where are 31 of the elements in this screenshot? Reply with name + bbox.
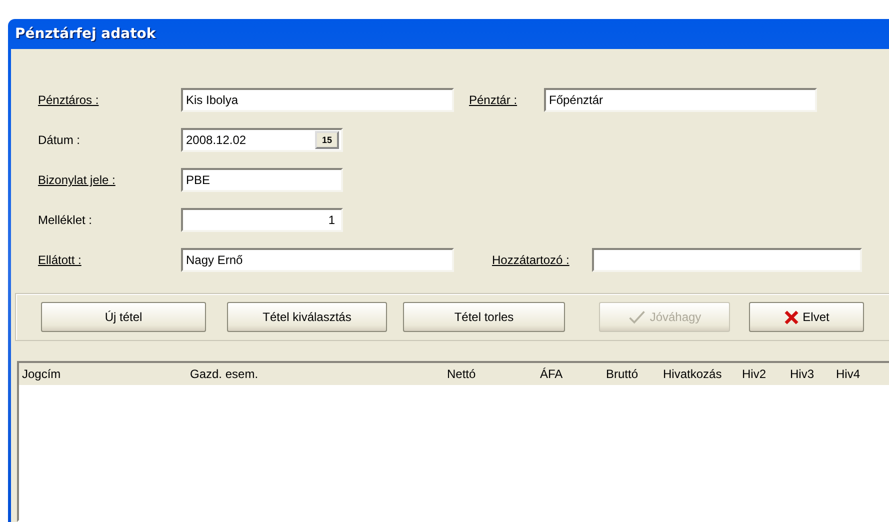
column-header[interactable]: Hiv4	[836, 367, 876, 381]
text-field[interactable]: Főpénztár	[544, 88, 817, 112]
column-header[interactable]: Bruttó	[606, 367, 663, 381]
field-label: Pénztár :	[469, 93, 518, 107]
text-field[interactable]: Kis Ibolya	[181, 88, 454, 112]
action-button[interactable]: Új tétel	[41, 302, 206, 332]
text-field[interactable]: 2008.12.02 15	[181, 128, 343, 152]
column-header[interactable]: Gazd. esem.	[190, 367, 447, 381]
calendar-button[interactable]: 15	[315, 131, 339, 149]
field-label: Bizonylat jele :	[38, 173, 116, 187]
field-label: Melléklet :	[38, 213, 94, 227]
action-button[interactable]: Elvet	[749, 302, 864, 332]
window-title: Pénztárfej adatok	[15, 26, 156, 42]
column-header[interactable]: Nettó	[447, 367, 540, 381]
action-button[interactable]: Tétel kiválasztás	[227, 302, 387, 332]
column-header[interactable]: ÁFA	[540, 367, 606, 381]
column-header[interactable]: Hivatkozás	[663, 367, 742, 381]
cross-icon	[784, 310, 799, 324]
text-field[interactable]: PBE	[181, 168, 343, 192]
column-header[interactable]: Hiv3	[790, 367, 836, 381]
field-label: Pénztáros :	[38, 93, 100, 107]
action-button[interactable]: Tétel torles	[403, 302, 565, 332]
field-label: Dátum :	[38, 133, 82, 147]
text-field[interactable]	[592, 248, 862, 272]
check-icon	[628, 309, 646, 325]
text-field[interactable]: 1	[181, 208, 343, 232]
text-field[interactable]: Nagy Ernő	[181, 248, 454, 272]
field-label: Hozzátartozó :	[492, 253, 570, 267]
column-header[interactable]: Jogcím	[22, 367, 190, 381]
column-header[interactable]: Hiv2	[742, 367, 790, 381]
field-label: Ellátott :	[38, 253, 82, 267]
